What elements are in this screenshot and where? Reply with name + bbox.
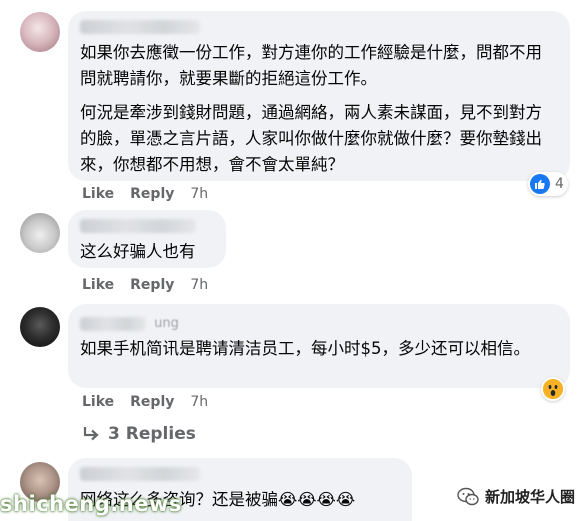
- comment-actions: Like Reply 7h: [82, 394, 208, 410]
- watermark-right: 新加坡华人圈: [457, 486, 575, 507]
- watermark-left: shicheng.news: [0, 492, 182, 516]
- view-replies-label: 3 Replies: [108, 424, 196, 444]
- reply-button[interactable]: Reply: [130, 277, 174, 293]
- commenter-avatar[interactable]: [20, 12, 60, 52]
- reply-button[interactable]: Reply: [130, 186, 174, 202]
- comment-bubble: 这么好骗人也有: [68, 210, 226, 268]
- comment-text: 如果你去應徵一份工作，對方連你的工作經驗是什麼，問都不用問就聘請你，就要果斷的拒…: [80, 43, 542, 88]
- commenter-name-fragment: ung: [154, 316, 179, 331]
- commenter-name-redacted[interactable]: [80, 316, 146, 331]
- wow-icon: [543, 379, 563, 399]
- reply-arrow-icon: [83, 427, 99, 441]
- comment-text: 这么好骗人也有: [80, 242, 196, 261]
- reaction-count-value: 4: [555, 176, 564, 192]
- reply-button[interactable]: Reply: [130, 394, 174, 410]
- comment-text: 何況是牽涉到錢財問題，通過網絡，兩人素未謀面，見不到對方的臉，單憑之言片語，人家…: [80, 103, 542, 174]
- comment-text: 如果手机简讯是聘请清洁员工，每小时$5，多少还可以相信。: [80, 339, 530, 358]
- thumbs-up-icon: [530, 174, 550, 194]
- wechat-logo-icon: [457, 487, 479, 507]
- watermark-right-label: 新加坡华人圈: [485, 488, 576, 506]
- comment-timestamp[interactable]: 7h: [190, 277, 208, 293]
- comment-actions: Like Reply 7h: [82, 277, 208, 293]
- commenter-name-redacted[interactable]: [80, 20, 200, 34]
- commenter-avatar[interactable]: [20, 213, 60, 253]
- commenter-name-redacted[interactable]: [80, 467, 200, 481]
- comment-bubble: ung 如果手机简讯是聘请清洁员工，每小时$5，多少还可以相信。: [68, 304, 570, 388]
- commenter-avatar[interactable]: [20, 307, 60, 347]
- comment-timestamp[interactable]: 7h: [190, 394, 208, 410]
- like-button[interactable]: Like: [82, 277, 114, 293]
- comment-bubble: 如果你去應徵一份工作，對方連你的工作經驗是什麼，問都不用問就聘請你，就要果斷的拒…: [68, 11, 570, 181]
- view-replies-link[interactable]: 3 Replies: [82, 424, 196, 444]
- reaction-wow[interactable]: [541, 377, 565, 401]
- commenter-name-redacted[interactable]: [80, 219, 196, 233]
- like-button[interactable]: Like: [82, 186, 114, 202]
- comment-timestamp[interactable]: 7h: [190, 186, 208, 202]
- reaction-count[interactable]: 4: [528, 172, 568, 196]
- comment-actions: Like Reply 7h: [82, 186, 208, 202]
- like-button[interactable]: Like: [82, 394, 114, 410]
